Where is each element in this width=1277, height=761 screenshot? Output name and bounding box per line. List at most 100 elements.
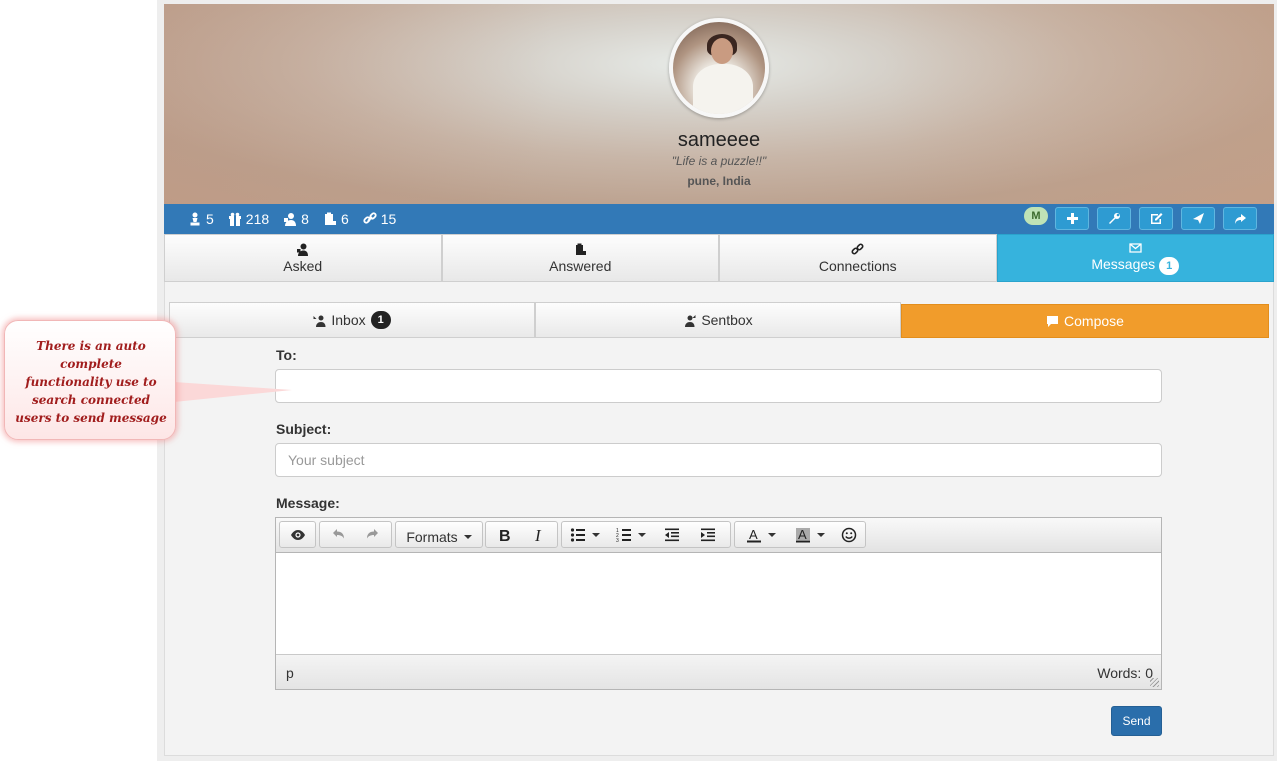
bullet-list-button[interactable]: [562, 522, 608, 547]
outdent-icon: [665, 528, 679, 541]
chevron-down-icon: [638, 532, 646, 537]
profile-quote: "Life is a puzzle!!": [671, 154, 767, 168]
chevron-down-icon: [768, 532, 776, 537]
plus-icon: [1066, 213, 1078, 224]
subtab-compose[interactable]: Compose: [901, 304, 1269, 338]
gift-icon: [228, 212, 241, 226]
background-color-button[interactable]: A: [787, 522, 833, 547]
bullet-list-icon: [570, 527, 585, 542]
settings-button[interactable]: [1097, 207, 1131, 230]
subject-input[interactable]: [275, 443, 1162, 477]
smiley-icon: [841, 527, 857, 542]
clipboard-icon: [324, 212, 336, 225]
element-path[interactable]: p: [286, 665, 294, 681]
text-style-group: B I: [485, 521, 558, 548]
preview-button[interactable]: [280, 522, 315, 547]
tab-messages[interactable]: Messages 1: [996, 234, 1274, 282]
tab-answered[interactable]: Answered: [441, 234, 719, 282]
undo-icon: [332, 528, 344, 538]
edit-button[interactable]: [1139, 207, 1173, 230]
eye-icon: [290, 529, 305, 540]
inbox-count-badge: 1: [370, 311, 391, 329]
message-subtabs: Inbox 1 Sentbox Compose: [169, 302, 1269, 338]
indent-icon: [701, 528, 715, 541]
send-icon: [1192, 213, 1204, 224]
emoticons-button[interactable]: [833, 522, 865, 547]
svg-text:3: 3: [616, 538, 619, 543]
message-body-editor[interactable]: [276, 553, 1161, 654]
callout-text: There is an auto complete functionality …: [15, 339, 167, 425]
italic-button[interactable]: I: [522, 522, 558, 547]
profile-tabs: Asked Answered Connections Messages 1: [164, 234, 1274, 282]
editor-statusbar: p Words: 0: [276, 654, 1161, 689]
subtab-sentbox[interactable]: Sentbox: [535, 302, 901, 338]
stat-link: 15: [363, 211, 396, 227]
text-color-icon: A: [747, 527, 761, 542]
outdent-button[interactable]: [654, 522, 690, 547]
redo-icon: [367, 528, 379, 538]
history-group: [319, 521, 392, 548]
formats-group: Formats: [395, 521, 483, 548]
formats-dropdown[interactable]: Formats: [396, 522, 482, 547]
stat-gift: 218: [228, 211, 269, 227]
tab-connections[interactable]: Connections: [719, 234, 997, 282]
stats-list: 5 218 8 6 15: [188, 211, 396, 227]
add-button[interactable]: [1055, 207, 1089, 230]
chess-pawn-icon: [190, 212, 200, 226]
subject-label: Subject:: [276, 421, 332, 437]
numbered-list-icon: 123: [616, 528, 631, 543]
share-button[interactable]: [1223, 207, 1257, 230]
redo-button[interactable]: [356, 522, 392, 547]
svg-text:I: I: [534, 527, 542, 543]
inbox-icon: [313, 315, 326, 327]
stats-bar: 5 218 8 6 15 M: [164, 204, 1274, 234]
wrench-icon: [1108, 213, 1120, 224]
chevron-down-icon: [592, 532, 600, 537]
link-icon: [363, 212, 377, 224]
message-editor: Formats B I 123 A A p Words: 0: [275, 517, 1162, 690]
callout-pointer: [174, 382, 292, 402]
envelope-icon: [1129, 243, 1142, 253]
send-message-button[interactable]: [1181, 207, 1215, 230]
stat-pawn: 5: [188, 211, 214, 227]
avatar[interactable]: [669, 18, 769, 118]
chevron-down-icon: [817, 532, 825, 537]
stat-clipboard: 6: [323, 211, 349, 227]
italic-icon: I: [534, 527, 542, 543]
messages-count-badge: 1: [1159, 257, 1180, 275]
svg-text:A: A: [798, 527, 807, 542]
comment-icon: [1047, 315, 1059, 327]
stat-user-question: 8: [283, 211, 309, 227]
edit-icon: [1150, 213, 1162, 224]
send-button[interactable]: Send: [1111, 706, 1162, 736]
color-group: A A: [734, 521, 866, 548]
indent-button[interactable]: [690, 522, 726, 547]
message-label: Message:: [276, 495, 340, 511]
link-icon: [851, 242, 864, 255]
annotation-callout: There is an auto complete functionality …: [4, 320, 176, 440]
svg-text:A: A: [749, 527, 758, 542]
background-color-icon: A: [796, 527, 810, 542]
bold-icon: B: [499, 528, 511, 543]
resize-handle[interactable]: [1150, 678, 1159, 687]
numbered-list-button[interactable]: 123: [608, 522, 654, 547]
membership-badge: M: [1024, 207, 1048, 225]
user-question-icon: [284, 213, 297, 226]
bold-button[interactable]: B: [486, 522, 522, 547]
text-color-button[interactable]: A: [735, 522, 787, 547]
word-count: Words: 0: [1097, 665, 1153, 681]
editor-toolbar: Formats B I 123 A A: [276, 518, 1161, 553]
to-label: To:: [276, 347, 297, 363]
undo-button[interactable]: [320, 522, 356, 547]
sentbox-icon: [685, 314, 696, 327]
tab-asked[interactable]: Asked: [164, 234, 442, 282]
subtab-inbox[interactable]: Inbox 1: [169, 302, 535, 338]
chevron-down-icon: [463, 534, 472, 539]
answered-icon: [575, 243, 586, 255]
profile-location: pune, India: [687, 174, 751, 188]
preview-group: [279, 521, 316, 548]
asked-icon: [297, 243, 309, 256]
profile-username: sameeee: [677, 129, 761, 151]
list-indent-group: 123: [561, 521, 731, 548]
to-input[interactable]: [275, 369, 1162, 403]
